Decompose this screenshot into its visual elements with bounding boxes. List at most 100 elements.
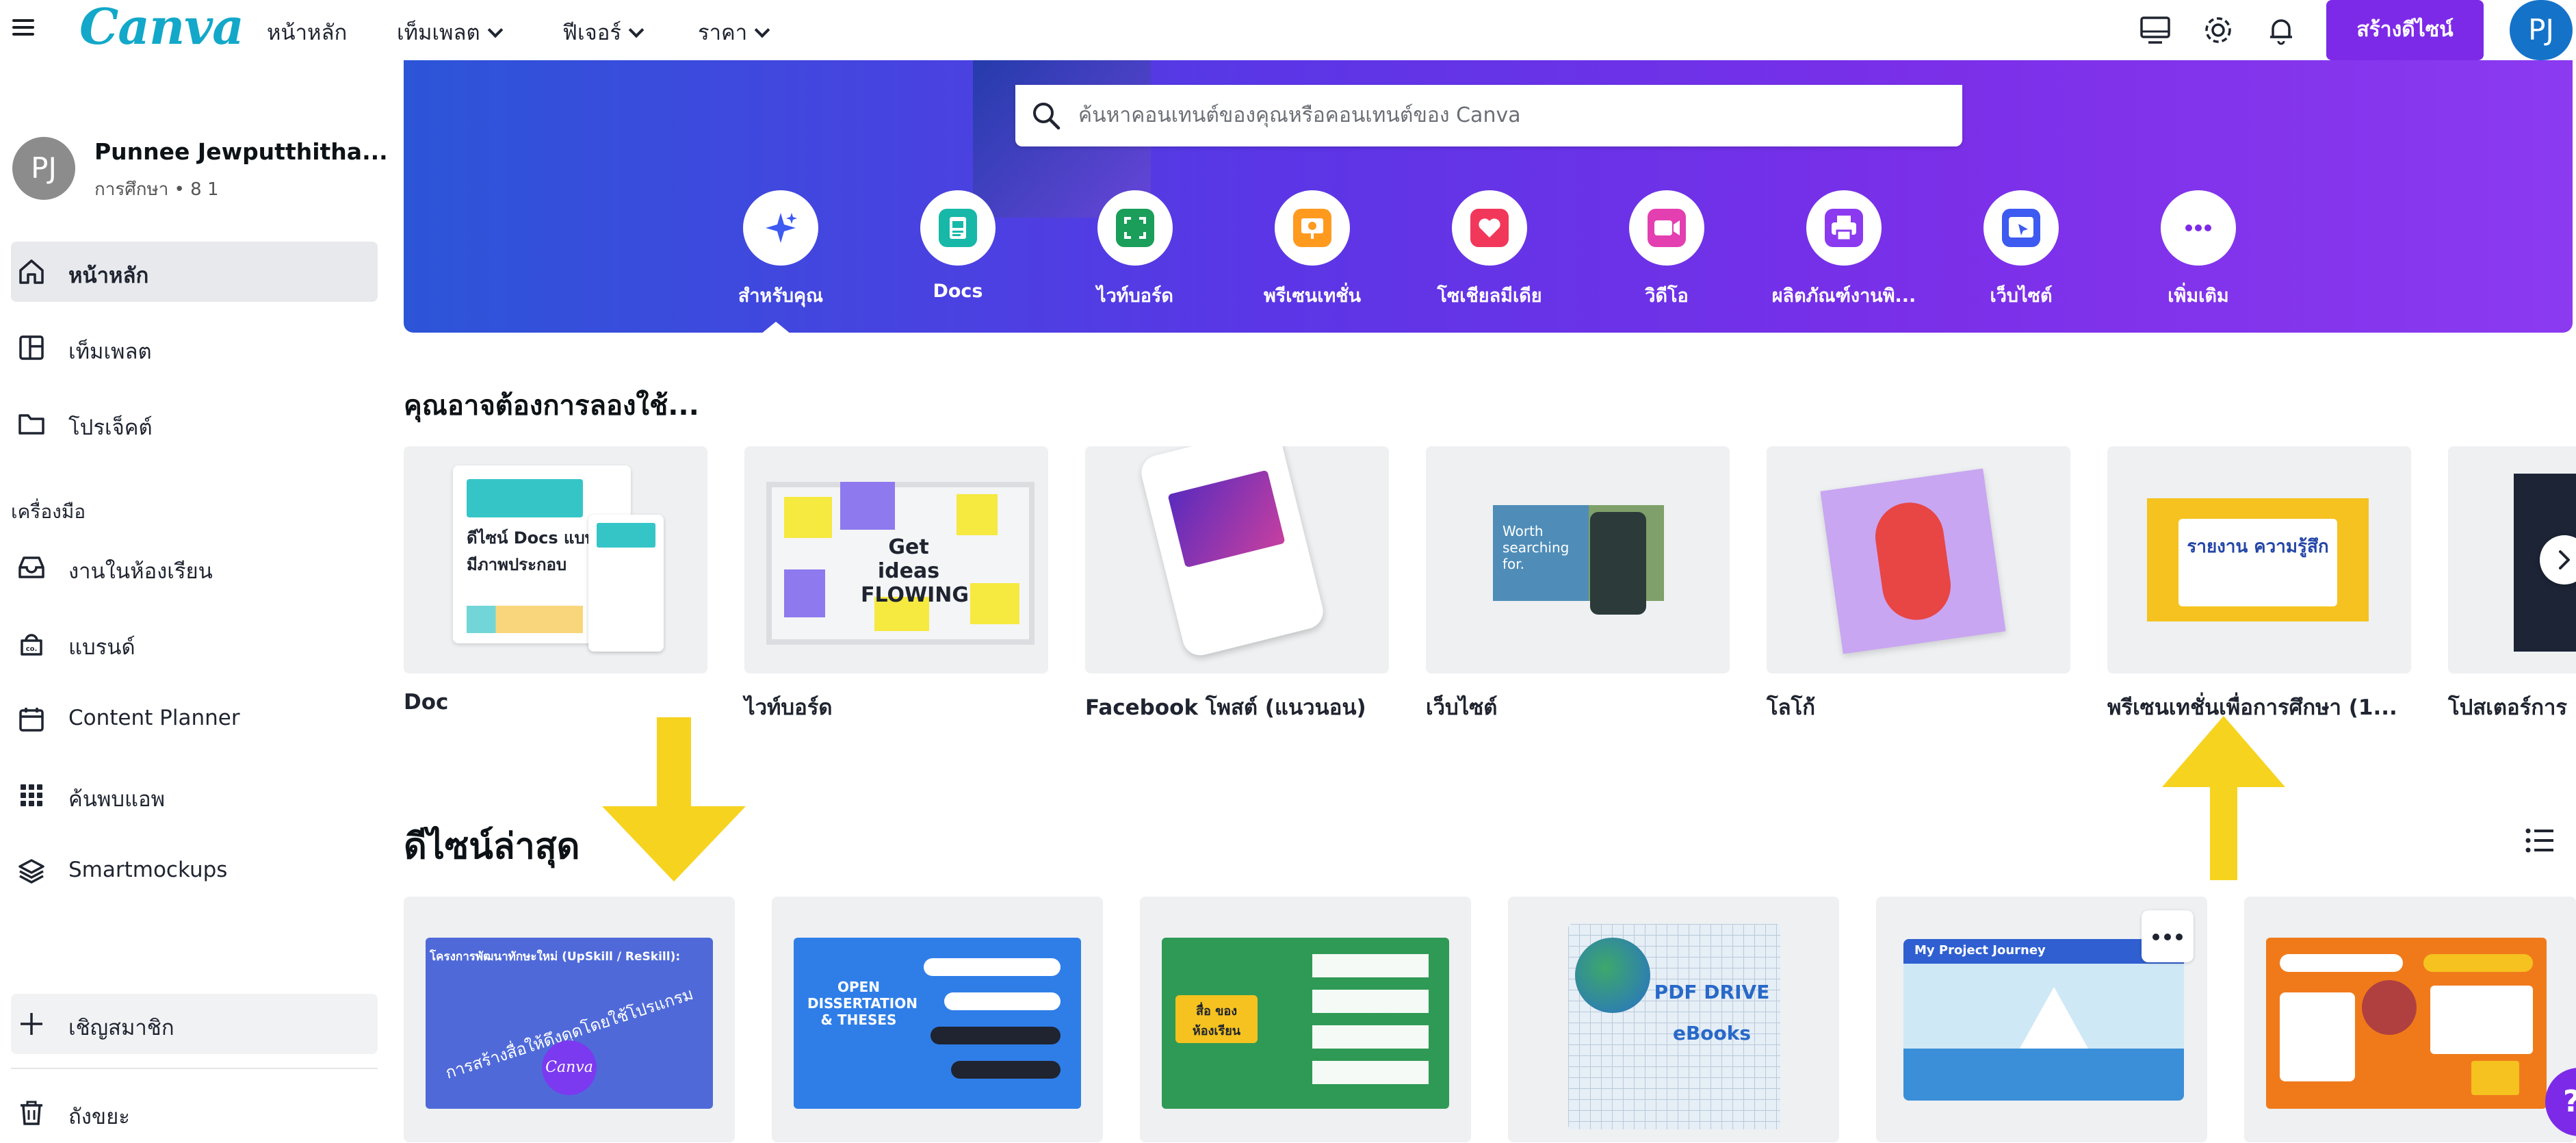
sidebar-item-brand[interactable]: co. แบรนด์ <box>11 613 378 673</box>
sidebar-item-content-planner[interactable]: Content Planner <box>11 689 378 749</box>
thumb-text: สื่อ ของห้องเรียน <box>1175 995 1258 1043</box>
nav-pricing[interactable]: ราคา <box>698 15 770 49</box>
category-whiteboard[interactable]: ไวท์บอร์ด <box>1053 190 1217 310</box>
sidebar-divider <box>11 1068 378 1069</box>
trash-label: ถังขยะ <box>68 1105 130 1129</box>
sidebar-item-smartmockups[interactable]: Smartmockups <box>11 841 378 901</box>
sidebar-item-label: งานในห้องเรียน <box>68 559 213 584</box>
suggestion-card-facebook-post[interactable] <box>1085 446 1389 673</box>
presentation-icon <box>1275 190 1350 266</box>
suggestion-card-website[interactable]: Worth searching for. <box>1426 446 1730 673</box>
recent-design-card[interactable]: OPEN DISSERTATION & THESES <box>772 897 1103 1142</box>
website-mobile-thumbnail <box>1590 512 1646 615</box>
category-label: พรีเซนเทชั่น <box>1263 285 1362 307</box>
sidebar-item-home[interactable]: หน้าหลัก <box>11 242 378 302</box>
recent-designs-title: ดีไซน์ล่าสุด <box>404 826 580 867</box>
brand-icon: co. <box>21 634 42 656</box>
nav-home[interactable]: หน้าหลัก <box>267 15 347 49</box>
plus-icon <box>21 1013 42 1035</box>
more-icon <box>2161 190 2236 266</box>
category-website[interactable]: เว็บไซต์ <box>1939 190 2103 310</box>
sidebar-item-projects[interactable]: โปรเจ็คต์ <box>11 394 378 454</box>
category-for-you[interactable]: สำหรับคุณ <box>699 190 863 310</box>
recent-design-thumbnail: โครงการพัฒนาทักษะใหม่ (UpSkill / ReSkill… <box>426 938 713 1109</box>
category-label: Docs <box>933 281 983 302</box>
nav-features-label: ฟีเจอร์ <box>562 21 621 45</box>
sidebar-item-classroom[interactable]: งานในห้องเรียน <box>11 537 378 598</box>
thumb-text: PDF DRIVE eBooks <box>1654 981 1770 1044</box>
recent-design-thumbnail: PDF DRIVE eBooks <box>1568 924 1780 1129</box>
template-icon <box>19 335 44 360</box>
dot <box>2164 934 2171 940</box>
suggestion-card-logo[interactable] <box>1767 446 2070 673</box>
sidebar-item-apps[interactable]: ค้นพบแอพ <box>11 765 378 825</box>
recent-design-card[interactable] <box>2244 897 2576 1142</box>
website-thumb-text: Worth searching for. <box>1502 523 1570 572</box>
recent-design-thumbnail: สื่อ ของห้องเรียน <box>1162 938 1449 1109</box>
suggestion-label[interactable]: โลโก้ <box>1767 690 1815 724</box>
suggestion-label[interactable]: เว็บไซต์ <box>1426 690 1497 724</box>
suggestion-label[interactable]: Doc <box>404 690 448 715</box>
suggestion-label[interactable]: โปสเตอร์การ <box>2448 690 2567 724</box>
chevron-down-icon <box>754 22 770 38</box>
chevron-down-icon <box>487 22 503 38</box>
inbox-icon <box>18 556 44 578</box>
tools-heading: เครื่องมือ <box>11 500 86 523</box>
sidebar-item-label: โปรเจ็คต์ <box>68 415 153 440</box>
category-print-products[interactable]: ผลิตภัณฑ์งานพิ... <box>1762 190 1926 310</box>
category-presentation[interactable]: พรีเซนเทชั่น <box>1230 190 1394 310</box>
calendar-icon <box>19 708 44 732</box>
menu-icon[interactable] <box>10 14 37 41</box>
whiteboard-thumbnail: Get ideas FLOWING <box>766 482 1035 645</box>
recent-design-card[interactable]: PDF DRIVE eBooks <box>1508 897 1839 1142</box>
account-name[interactable]: Punnee Jewputthitha... <box>94 138 388 165</box>
sidebar-item-label: แบรนด์ <box>68 635 135 660</box>
sidebar-item-label: Content Planner <box>68 706 240 730</box>
nav-features[interactable]: ฟีเจอร์ <box>562 15 645 49</box>
sidebar-item-templates[interactable]: เท็มเพลต <box>11 318 378 378</box>
sidebar-item-trash[interactable]: ถังขยะ <box>11 1083 378 1143</box>
invite-members-button[interactable]: เชิญสมาชิก <box>11 994 378 1054</box>
monitor-icon[interactable] <box>2137 14 2173 47</box>
recent-design-card[interactable]: สื่อ ของห้องเรียน <box>1140 897 1471 1142</box>
gear-icon[interactable] <box>2200 14 2236 47</box>
search-input[interactable] <box>1077 99 1942 131</box>
more-options-button[interactable] <box>2142 910 2194 962</box>
sidebar-item-label: หน้าหลัก <box>68 264 149 288</box>
carousel-next-button[interactable] <box>2540 535 2576 585</box>
layers-icon <box>18 859 44 884</box>
create-design-button[interactable]: สร้างดีไซน์ <box>2326 0 2484 60</box>
account-avatar[interactable]: PJ <box>12 137 75 200</box>
sidebar: PJ Punnee Jewputthitha... การศึกษา • 8 1… <box>0 60 388 1143</box>
bell-icon[interactable] <box>2263 14 2299 47</box>
education-presentation-thumbnail: รายงาน ความรู้สึก <box>2147 498 2369 621</box>
suggestion-card-doc[interactable]: ดีไซน์ Docs แบบมีภาพประกอบ <box>404 446 707 673</box>
avatar[interactable]: PJ <box>2510 0 2573 60</box>
home-icon <box>19 259 44 284</box>
recent-design-card[interactable]: โครงการพัฒนาทักษะใหม่ (UpSkill / ReSkill… <box>404 897 735 1142</box>
nav-pricing-label: ราคา <box>698 21 748 45</box>
suggestion-label[interactable]: Facebook โพสต์ (แนวนอน) <box>1085 690 1366 724</box>
category-label: เพิ่มเติม <box>2168 285 2229 307</box>
category-video[interactable]: วิดีโอ <box>1585 190 1749 310</box>
category-label: เว็บไซต์ <box>1990 285 2053 307</box>
suggestion-label[interactable]: ไวท์บอร์ด <box>744 690 833 724</box>
suggestion-card-whiteboard[interactable]: Get ideas FLOWING <box>744 446 1048 673</box>
list-view-icon[interactable] <box>2525 827 2555 854</box>
category-label: โซเชียลมีเดีย <box>1437 285 1542 307</box>
search-bar[interactable] <box>1015 85 1962 146</box>
recent-design-thumbnail: My Project Journey <box>1903 939 2184 1101</box>
doc-icon <box>920 190 996 266</box>
doc-mobile-thumbnail <box>588 515 664 652</box>
category-docs[interactable]: Docs <box>876 190 1040 302</box>
heart-icon <box>1452 190 1527 266</box>
nav-templates[interactable]: เท็มเพลต <box>397 15 503 49</box>
suggestion-card-education-presentation[interactable]: รายงาน ความรู้สึก <box>2107 446 2411 673</box>
canva-logo[interactable]: Canva <box>79 0 244 55</box>
facebook-post-thumbnail <box>1137 446 1327 659</box>
invite-label: เชิญสมาชิก <box>68 1016 174 1040</box>
search-icon <box>1033 103 1061 130</box>
category-label: ผลิตภัณฑ์งานพิ... <box>1771 285 1916 307</box>
category-more[interactable]: เพิ่มเติม <box>2116 190 2280 310</box>
category-social-media[interactable]: โซเชียลมีเดีย <box>1407 190 1572 310</box>
